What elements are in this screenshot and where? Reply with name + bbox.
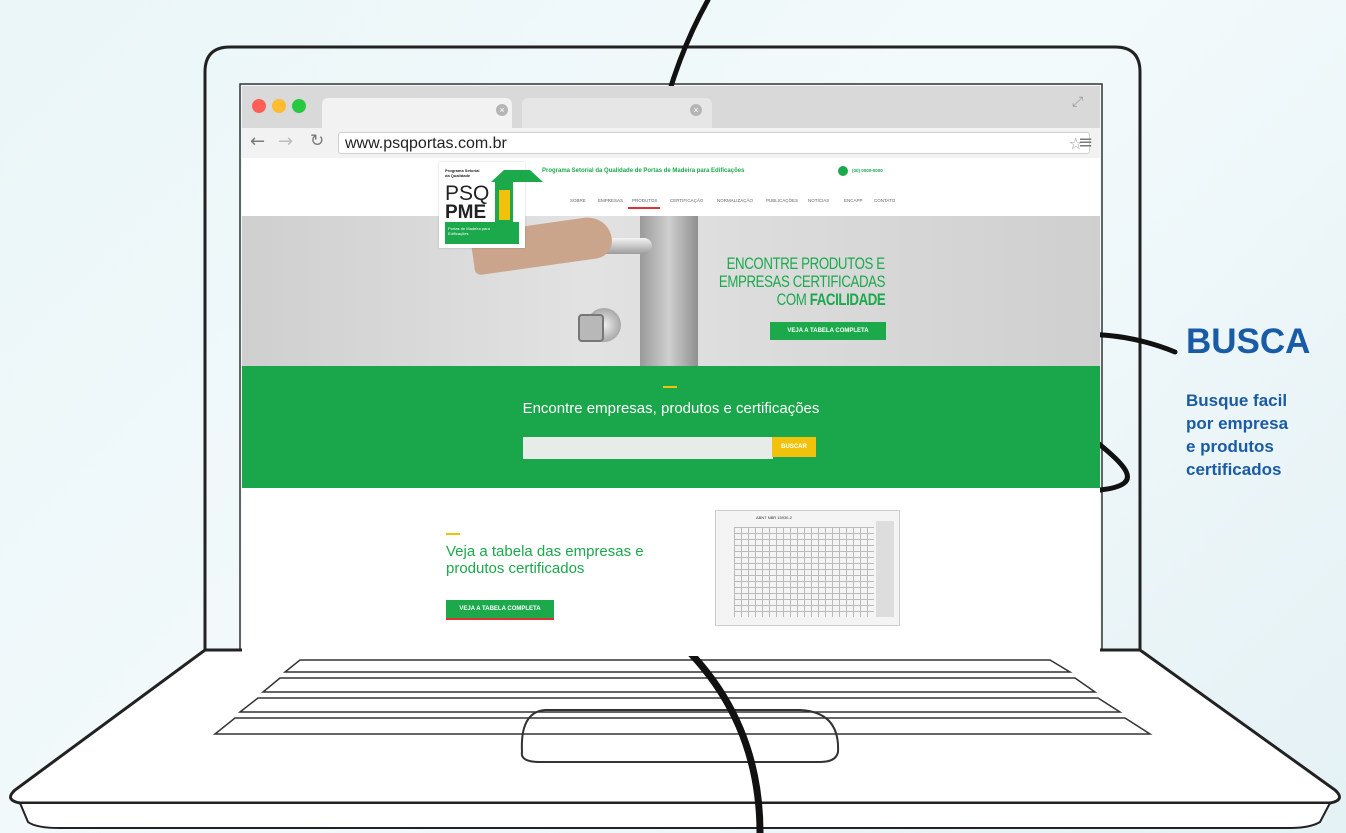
- phone-number: (00) 0000-0000: [838, 166, 883, 176]
- logo-band: Portas de Madeira para Edificações: [445, 222, 519, 244]
- door-image: [640, 216, 698, 366]
- menu-produtos[interactable]: PRODUTOS: [632, 198, 657, 203]
- close-window-button[interactable]: [252, 99, 266, 113]
- tab-inactive[interactable]: ×: [522, 98, 712, 128]
- annotation-title: BUSCA: [1186, 322, 1311, 361]
- hero-table-button[interactable]: VEJA A TABELA COMPLETA: [770, 322, 886, 340]
- search-button[interactable]: BUSCAR: [772, 437, 816, 457]
- fullscreen-icon[interactable]: ⤢: [1072, 94, 1083, 110]
- address-bar-row: ← → ↻ www.psqportas.com.br ☆ ≡: [242, 128, 1100, 159]
- menu-certificacao[interactable]: CERTIFICAÇÃO: [670, 198, 703, 203]
- table-section-title: Veja a tabela das empresas e produtos ce…: [446, 543, 644, 577]
- maximize-window-button[interactable]: [292, 99, 306, 113]
- menu-noticias[interactable]: NOTÍCIAS: [808, 198, 829, 203]
- site-logo[interactable]: Programa Setorial da Qualidade PSQ PME P…: [439, 162, 543, 248]
- site-header: [242, 158, 1100, 216]
- search-title: Encontre empresas, produtos e certificaç…: [522, 400, 820, 417]
- menu-icon[interactable]: ≡: [1078, 132, 1093, 153]
- url-field[interactable]: www.psqportas.com.br ☆: [338, 132, 1090, 154]
- thumbnail-caption: ABNT NBR 15930-2: [756, 515, 792, 520]
- tab-bar: × × ⤢: [242, 86, 1100, 128]
- menu-empresas[interactable]: EMPRESAS: [598, 198, 623, 203]
- browser-window: × × ⤢ ← → ↻ www.psqportas.com.br ☆ ≡ Pro…: [242, 86, 1100, 656]
- menu-sobre[interactable]: SOBRE: [570, 198, 586, 203]
- tab-active[interactable]: ×: [322, 98, 512, 128]
- section-accent: [663, 386, 677, 388]
- menu-normalizacao[interactable]: NORMALIZAÇÃO: [717, 198, 753, 203]
- annotation-text: Busque facil por empresa e produtos cert…: [1186, 391, 1289, 479]
- minimize-window-button[interactable]: [272, 99, 286, 113]
- thumbnail-grid: [734, 527, 874, 617]
- active-menu-underline: [628, 207, 660, 209]
- close-tab-icon[interactable]: ×: [690, 104, 702, 116]
- search-input[interactable]: [523, 437, 773, 459]
- menu-encapp[interactable]: ENCAPP: [844, 198, 863, 203]
- close-tab-icon[interactable]: ×: [496, 104, 508, 116]
- logo-small-text: Programa Setorial da Qualidade: [445, 168, 480, 178]
- phone-icon: [838, 166, 848, 176]
- section-accent: [446, 533, 460, 535]
- url-text: www.psqportas.com.br: [345, 135, 507, 152]
- certification-table-thumbnail[interactable]: ABNT NBR 15930-2: [715, 510, 900, 626]
- logo-pme: PME: [445, 202, 487, 223]
- reload-icon[interactable]: ↻: [310, 131, 324, 151]
- hero-headline-3: COM FACILIDADE: [776, 290, 885, 309]
- key-image: [578, 314, 604, 342]
- back-icon[interactable]: ←: [250, 131, 265, 152]
- forward-icon[interactable]: →: [278, 131, 293, 152]
- hero-headline-1: ENCONTRE PRODUTOS E: [726, 254, 886, 273]
- search-section: [242, 366, 1100, 488]
- menu-publicacoes[interactable]: PUBLICAÇÕES: [766, 198, 798, 203]
- hero-headline-2: EMPRESAS CERTIFICADAS: [718, 272, 886, 291]
- hero-banner: [242, 214, 1100, 366]
- menu-contato[interactable]: CONTATO: [874, 198, 895, 203]
- logo-door-icon: [491, 170, 543, 228]
- table-section-button[interactable]: VEJA A TABELA COMPLETA: [446, 600, 554, 620]
- thumbnail-sidebar: [876, 521, 894, 617]
- site-title: Programa Setorial da Qualidade de Portas…: [542, 168, 745, 174]
